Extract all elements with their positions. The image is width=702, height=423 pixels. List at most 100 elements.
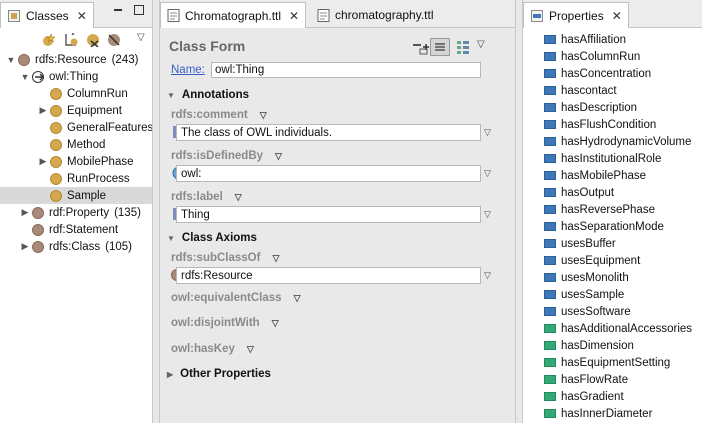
datatype-property-icon <box>544 324 556 333</box>
chevron-down-icon[interactable]: ▽ <box>272 318 279 329</box>
add-sibling-icon[interactable] <box>64 31 78 47</box>
close-icon[interactable]: ✕ <box>77 9 87 23</box>
annotations-section[interactable]: ▼ Annotations <box>167 89 249 101</box>
property-item[interactable]: hasAffiliation <box>544 31 626 48</box>
chevron-down-icon[interactable]: ▽ <box>260 110 267 121</box>
property-item[interactable]: usesEquipment <box>544 252 640 269</box>
tab-label: chromatography.ttl <box>335 8 434 22</box>
property-item[interactable]: usesMonolith <box>544 269 629 286</box>
tree-item-rdf-property[interactable]: ▶ rdf:Property (135) <box>20 204 141 221</box>
minimize-button[interactable] <box>112 4 124 16</box>
view-menu-icon[interactable]: ▽ <box>137 32 145 43</box>
subclassof-field[interactable]: rdfs:Resource <box>176 267 481 284</box>
property-item[interactable]: hasInnerDiameter <box>544 405 652 422</box>
close-icon[interactable]: ✕ <box>612 9 622 23</box>
grid-layout-icon[interactable] <box>456 40 470 57</box>
tree-item-mobilephase[interactable]: ▶ MobilePhase <box>38 153 133 170</box>
name-link[interactable]: Name: <box>171 64 205 76</box>
property-item[interactable]: hasReversePhase <box>544 201 655 218</box>
tree-item-columnrun[interactable]: ColumnRun <box>38 85 128 102</box>
form-menu-icon[interactable]: ▽ <box>477 39 485 50</box>
tree-item-rdfs-class[interactable]: ▶ rdfs:Class (105) <box>20 238 132 255</box>
prop-label-text: owl:equivalentClass <box>171 292 282 304</box>
property-item[interactable]: usesSoftware <box>544 303 631 320</box>
class-icon <box>32 206 44 219</box>
tab-chromatography[interactable]: chromatography.ttl <box>310 2 440 28</box>
chevron-down-icon[interactable]: ▽ <box>235 192 242 203</box>
ttl-file-icon <box>167 9 180 23</box>
property-item[interactable]: hasAdditionalAccessories <box>544 320 692 337</box>
isdefinedby-field[interactable]: owl: <box>176 165 481 182</box>
subclassof-label[interactable]: rdfs:subClassOf ▽ <box>171 252 279 264</box>
chevron-down-icon[interactable]: ▽ <box>247 344 254 355</box>
property-item[interactable]: usesBuffer <box>544 235 616 252</box>
property-item[interactable]: hasDimension <box>544 337 634 354</box>
comment-field[interactable]: The class of OWL individuals. <box>176 124 481 141</box>
tree-item-equipment[interactable]: ▶ Equipment <box>38 102 122 119</box>
chevron-down-icon[interactable]: ▽ <box>484 209 491 220</box>
disjointwith-label[interactable]: owl:disjointWith ▽ <box>171 317 279 329</box>
tree-item-rdfs-resource[interactable]: ▼ rdfs:Resource (243) <box>6 51 138 68</box>
tab-chromatograph[interactable]: Chromatograph.ttl ✕ <box>160 2 306 28</box>
page-title: Class Form <box>169 38 246 54</box>
property-item[interactable]: hasMobilePhase <box>544 167 646 184</box>
tree-item-generalfeatures[interactable]: GeneralFeatures <box>38 119 152 136</box>
tree-item-owl-thing[interactable]: ▼ owl:Thing <box>20 68 98 85</box>
chevron-down-icon[interactable]: ▽ <box>275 151 282 162</box>
collapse-icon[interactable]: ▼ <box>6 55 16 65</box>
tree-item-method[interactable]: Method <box>38 136 105 153</box>
haskey-label[interactable]: owl:hasKey ▽ <box>171 343 254 355</box>
comment-label[interactable]: rdfs:comment ▽ <box>171 109 267 121</box>
tab-classes[interactable]: Classes ✕ <box>0 2 94 28</box>
section-title: Other Properties <box>180 368 271 380</box>
property-item[interactable]: hascontact <box>544 82 617 99</box>
property-item[interactable]: hasHydrodynamicVolume <box>544 133 691 150</box>
property-item[interactable]: hasFlushCondition <box>544 116 656 133</box>
tab-properties[interactable]: Properties ✕ <box>523 2 629 28</box>
property-item[interactable]: hasSeparationMode <box>544 218 664 235</box>
object-property-icon <box>544 86 556 95</box>
property-item[interactable]: usesSample <box>544 286 624 303</box>
chevron-down-icon[interactable]: ▽ <box>272 253 279 264</box>
class-tree: ▼ rdfs:Resource (243) ▼ owl:Thing Column… <box>0 51 152 423</box>
property-label: hasHydrodynamicVolume <box>561 135 692 148</box>
expand-icon[interactable]: ▶ <box>38 156 48 167</box>
close-icon[interactable]: ✕ <box>289 9 299 23</box>
property-item[interactable]: hasOutput <box>544 184 614 201</box>
chevron-down-icon[interactable]: ▽ <box>294 293 301 304</box>
property-item[interactable]: hasEquipmentSetting <box>544 354 670 371</box>
label-label[interactable]: rdfs:label ▽ <box>171 191 242 203</box>
maximize-button[interactable] <box>133 4 145 16</box>
property-item[interactable]: hasFlowRate <box>544 371 628 388</box>
tree-item-sample[interactable]: Sample <box>0 187 152 204</box>
name-field[interactable]: owl:Thing <box>211 62 481 78</box>
tree-item-rdf-statement[interactable]: rdf:Statement <box>20 221 118 238</box>
hide-class-icon[interactable] <box>107 33 121 47</box>
collapse-icon[interactable]: ▼ <box>20 72 30 82</box>
tree-item-count: (243) <box>111 53 139 66</box>
add-subclass-icon[interactable] <box>42 33 56 47</box>
isdefinedby-label[interactable]: rdfs:isDefinedBy ▽ <box>171 150 282 162</box>
chevron-down-icon[interactable]: ▽ <box>484 270 491 281</box>
add-widget-icon[interactable] <box>413 41 429 58</box>
form-layout-icon[interactable] <box>430 38 450 56</box>
expand-icon[interactable]: ▶ <box>20 241 30 252</box>
expand-icon[interactable]: ▶ <box>20 207 30 218</box>
property-item[interactable]: hasGradient <box>544 388 624 405</box>
property-item[interactable]: hasColumnRun <box>544 48 640 65</box>
property-item[interactable]: hasConcentration <box>544 65 651 82</box>
property-item[interactable]: hasDescription <box>544 99 637 116</box>
expand-icon[interactable]: ▶ <box>38 105 48 116</box>
class-axioms-section[interactable]: ▼ Class Axioms <box>167 232 257 244</box>
property-item[interactable]: hasInstitutionalRole <box>544 150 661 167</box>
label-field[interactable]: Thing <box>176 206 481 223</box>
other-properties-section[interactable]: ▶ Other Properties <box>167 368 271 380</box>
chevron-down-icon[interactable]: ▽ <box>484 127 491 138</box>
sash-left[interactable] <box>152 0 160 423</box>
prop-label-text: owl:disjointWith <box>171 317 260 329</box>
equivalentclass-label[interactable]: owl:equivalentClass ▽ <box>171 292 300 304</box>
delete-class-icon[interactable] <box>86 33 100 48</box>
chevron-down-icon[interactable]: ▽ <box>484 168 491 179</box>
tree-item-runprocess[interactable]: RunProcess <box>38 170 130 187</box>
sash-right[interactable] <box>515 0 523 423</box>
